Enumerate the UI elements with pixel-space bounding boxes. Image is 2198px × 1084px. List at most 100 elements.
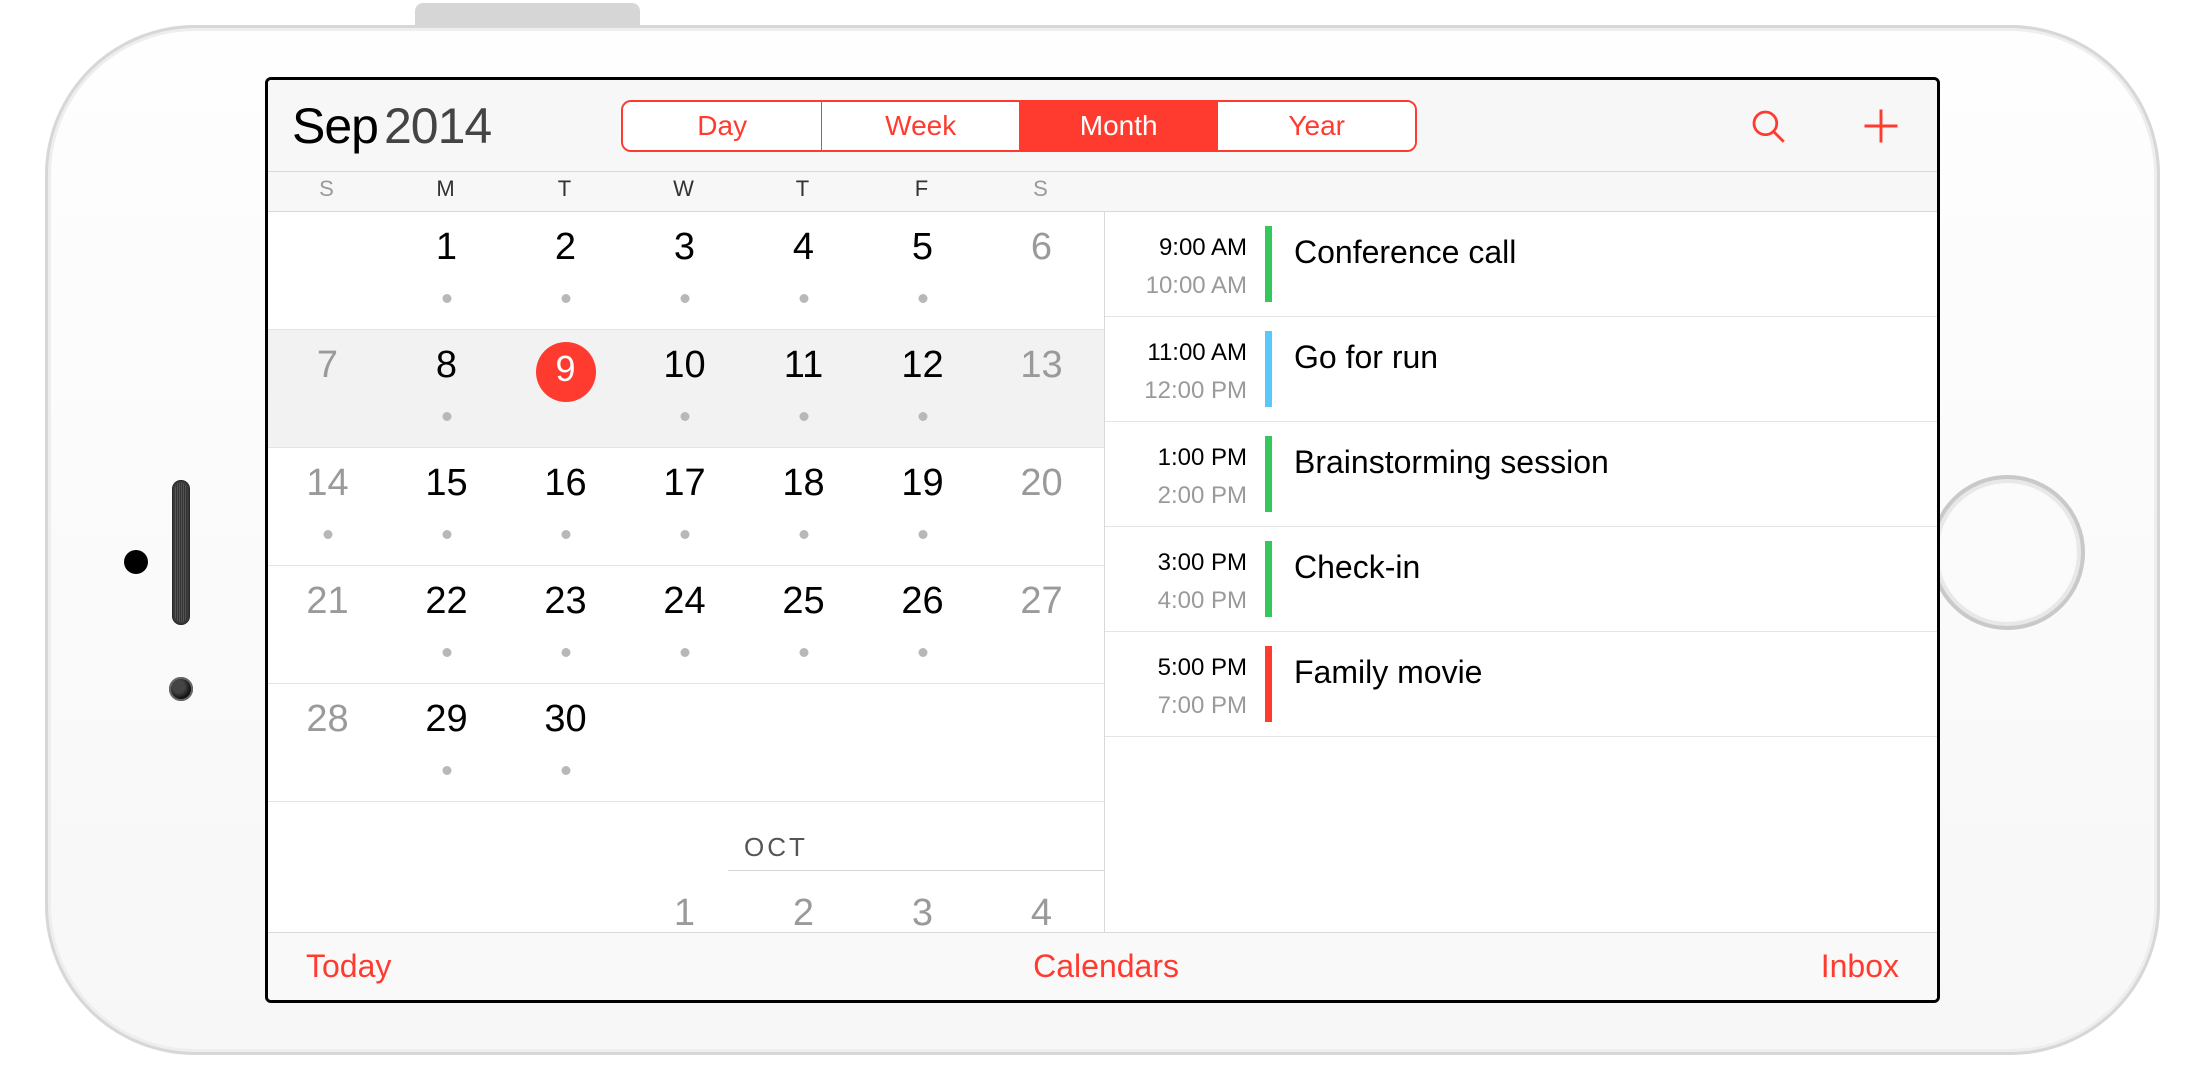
event-times: 1:00 PM2:00 PM [1105,422,1265,526]
event-times: 3:00 PM4:00 PM [1105,527,1265,631]
today-button[interactable]: Today [306,948,391,985]
day-cell[interactable]: 6 [982,212,1101,329]
screen: Sep2014 DayWeekMonthYear SMTWTFS 1234567… [265,77,1940,1003]
event-start: 9:00 AM [1105,234,1247,262]
event-dot [918,530,927,539]
day-number: 15 [387,448,506,505]
day-number: 19 [863,448,982,505]
segment-year[interactable]: Year [1217,102,1415,150]
event-dot [561,766,570,775]
day-cell[interactable]: 20 [982,448,1101,565]
day-cell[interactable]: 17 [625,448,744,565]
day-cell[interactable]: 2 [506,212,625,329]
day-cell[interactable]: 29 [387,684,506,801]
day-number: 29 [387,684,506,741]
day-cell[interactable]: 24 [625,566,744,683]
event-color-bar [1265,541,1272,617]
day-number: 9 [506,330,625,390]
event-dot [442,766,451,775]
day-cell[interactable]: 28 [268,684,387,801]
day-cell[interactable]: 25 [744,566,863,683]
day-cell[interactable]: 10 [625,330,744,447]
event-dot [918,648,927,657]
segment-week[interactable]: Week [821,102,1019,150]
day-cell[interactable]: 26 [863,566,982,683]
day-number: 1 [387,212,506,269]
day-cell[interactable]: 12 [863,330,982,447]
day-cell[interactable]: 18 [744,448,863,565]
day-number: 22 [387,566,506,623]
day-cell[interactable]: 30 [506,684,625,801]
day-cell[interactable]: 19 [863,448,982,565]
month-grid: 1234567891011121314151617181920212223242… [268,212,1104,932]
day-cell[interactable]: 7 [268,330,387,447]
phone-power-button [415,3,640,25]
event-row[interactable]: 5:00 PM7:00 PMFamily movie [1105,632,1937,737]
day-cell[interactable]: 15 [387,448,506,565]
day-cell[interactable]: 1 [387,212,506,329]
event-times: 11:00 AM12:00 PM [1105,317,1265,421]
week-row: 21222324252627 [268,566,1104,684]
day-number [268,212,387,226]
day-number [863,684,982,698]
event-list[interactable]: 9:00 AM10:00 AMConference call11:00 AM12… [1104,212,1937,932]
day-number: 23 [506,566,625,623]
day-cell[interactable]: 22 [387,566,506,683]
day-cell[interactable]: 3 [625,212,744,329]
event-dot [680,530,689,539]
day-number: 18 [744,448,863,505]
event-times: 9:00 AM 10:00 AM [1105,212,1265,316]
day-cell[interactable]: 13 [982,330,1101,447]
next-month-divider [728,870,1104,871]
day-number: 1 [625,872,744,932]
view-segmented-control: DayWeekMonthYear [621,100,1417,152]
day-number: 8 [387,330,506,387]
day-number: 3 [625,212,744,269]
day-cell[interactable]: 2 [744,872,863,932]
day-cell[interactable]: 21 [268,566,387,683]
event-color-bar [1265,436,1272,512]
event-end: 10:00 AM [1105,272,1247,300]
day-cell[interactable]: 1 [625,872,744,932]
day-cell[interactable]: 27 [982,566,1101,683]
calendar-app: Sep2014 DayWeekMonthYear SMTWTFS 1234567… [268,80,1937,1000]
day-cell[interactable]: 16 [506,448,625,565]
event-dot [442,648,451,657]
day-cell-today[interactable]: 9 [506,330,625,447]
day-cell[interactable]: 14 [268,448,387,565]
dow-label: S [982,172,1101,211]
event-dot [799,412,808,421]
day-cell[interactable]: 11 [744,330,863,447]
day-cell[interactable]: 4 [982,872,1101,932]
day-cell: 0 [268,872,387,932]
phone-frame: Sep2014 DayWeekMonthYear SMTWTFS 1234567… [45,25,2160,1055]
month-year-title[interactable]: Sep2014 [292,97,491,155]
day-number: 7 [268,330,387,387]
day-cell[interactable]: 3 [863,872,982,932]
dow-label: W [625,172,744,211]
add-icon[interactable] [1859,104,1903,148]
day-cell[interactable]: 4 [744,212,863,329]
event-dot [680,648,689,657]
event-row[interactable]: 1:00 PM2:00 PMBrainstorming session [1105,422,1937,527]
dow-label: F [863,172,982,211]
segment-month[interactable]: Month [1019,102,1217,150]
day-number: 26 [863,566,982,623]
inbox-button[interactable]: Inbox [1821,948,1899,985]
event-row[interactable]: 9:00 AM10:00 AMConference call [1105,212,1937,317]
day-number: 5 [863,212,982,269]
day-cell [268,212,387,329]
week-row: 123456 [268,212,1104,330]
day-number: 10 [625,330,744,387]
segment-day[interactable]: Day [623,102,821,150]
event-dot [918,294,927,303]
day-cell[interactable]: 23 [506,566,625,683]
search-icon[interactable] [1747,105,1789,147]
phone-home-button[interactable] [1930,475,2085,630]
day-cell[interactable]: 5 [863,212,982,329]
event-row[interactable]: 3:00 PM4:00 PMCheck-in [1105,527,1937,632]
week-row: 78910111213 [268,330,1104,448]
event-row[interactable]: 11:00 AM12:00 PMGo for run [1105,317,1937,422]
calendars-button[interactable]: Calendars [391,948,1820,985]
day-cell[interactable]: 8 [387,330,506,447]
